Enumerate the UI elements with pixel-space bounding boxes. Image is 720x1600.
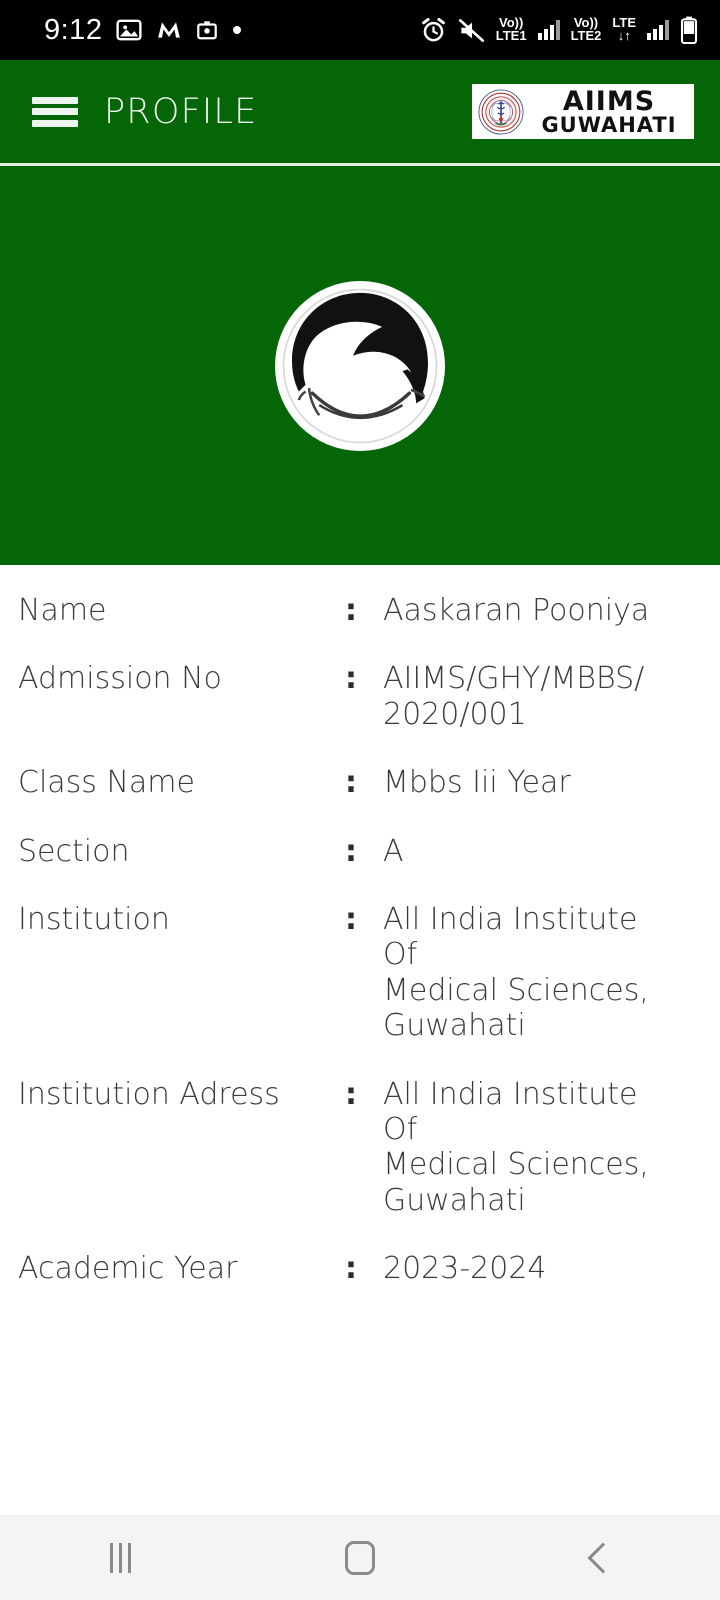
battery-icon (680, 16, 698, 44)
back-icon (587, 1541, 619, 1574)
m-app-icon (158, 22, 181, 38)
detail-value: All India Institute Of Medical Sciences,… (383, 1076, 649, 1218)
phone-screen: 9:12 Vo)) LTE1 Vo)) LTE2 LTE ↓↑ PROFILE … (0, 0, 720, 1600)
detail-row-academic-year: Academic Year : 2023-2024 (0, 1251, 720, 1286)
home-icon (345, 1540, 375, 1575)
dot-icon (233, 26, 242, 34)
detail-colon: : (345, 661, 357, 697)
detail-value: A (383, 833, 404, 869)
detail-row-name: Name : Aaskaran Pooniya (0, 593, 720, 628)
detail-colon: : (345, 593, 357, 628)
user-avatar-icon (278, 283, 442, 448)
signal-sim1-icon (537, 20, 560, 40)
detail-colon: : (345, 765, 357, 801)
recents-icon (109, 1542, 131, 1573)
detail-colon: : (345, 833, 357, 869)
avatar-panel (0, 166, 720, 565)
detail-value: All India Institute Of Medical Sciences,… (383, 901, 649, 1044)
gallery-icon (116, 19, 143, 41)
app-bar: PROFILE AIIMS GUWAHATI (0, 60, 720, 163)
camera-app-icon (197, 21, 218, 40)
detail-label: Academic Year (18, 1251, 238, 1287)
app-bar-divider (0, 163, 720, 166)
detail-label: Admission No (18, 661, 222, 697)
alarm-icon (421, 17, 445, 41)
avatar[interactable] (275, 280, 445, 451)
detail-row-institution: Institution : All India Institute Of Med… (0, 902, 720, 1044)
aiims-emblem-icon (478, 88, 524, 135)
detail-row-admission-no: Admission No : AIIMS/GHY/MBBS/ 2020/001 (0, 661, 720, 732)
detail-value: Mbbs Iii Year (383, 765, 571, 801)
detail-row-section: Section : A (0, 834, 720, 869)
detail-label: Class Name (18, 765, 195, 801)
home-button[interactable] (300, 1515, 420, 1600)
aiims-logo-line2: GUWAHATI (541, 112, 677, 137)
profile-details: Name : Aaskaran Pooniya Admission No : A… (0, 565, 720, 1287)
page-title: PROFILE (104, 91, 258, 132)
volte-sim1-icon: Vo)) LTE1 (495, 15, 527, 43)
detail-colon: : (345, 1251, 357, 1287)
detail-value: 2023-2024 (383, 1251, 547, 1287)
detail-label: Institution (18, 901, 170, 937)
detail-row-class-name: Class Name : Mbbs Iii Year (0, 765, 720, 800)
status-bar-clock: 9:12 (44, 13, 103, 46)
detail-colon: : (345, 901, 357, 937)
lte-data-icon: LTE ↓↑ (612, 15, 636, 43)
detail-colon: : (345, 1076, 357, 1112)
detail-label: Institution Adress (18, 1076, 280, 1112)
detail-label: Section (18, 833, 130, 869)
status-bar-right: Vo)) LTE1 Vo)) LTE2 LTE ↓↑ (420, 16, 698, 44)
signal-sim2-icon (647, 20, 669, 40)
back-button[interactable] (540, 1515, 660, 1600)
mute-icon (458, 18, 484, 42)
aiims-logo: AIIMS GUWAHATI (472, 84, 694, 139)
detail-value: AIIMS/GHY/MBBS/ 2020/001 (383, 661, 645, 732)
system-navigation-bar (0, 1515, 720, 1600)
volte-lte-sim2-icon: Vo)) LTE2 (570, 15, 602, 43)
detail-label: Name (18, 593, 107, 628)
status-bar-left: 9:12 (44, 14, 242, 47)
status-bar: 9:12 Vo)) LTE1 Vo)) LTE2 LTE ↓↑ (0, 0, 720, 60)
detail-value: Aaskaran Pooniya (383, 593, 650, 628)
detail-row-institution-address: Institution Adress : All India Institute… (0, 1077, 720, 1219)
recents-button[interactable] (60, 1515, 180, 1600)
aiims-logo-text: AIIMS GUWAHATI (530, 88, 688, 136)
hamburger-menu-icon[interactable] (32, 96, 78, 127)
aiims-logo-line1: AIIMS (562, 85, 656, 117)
